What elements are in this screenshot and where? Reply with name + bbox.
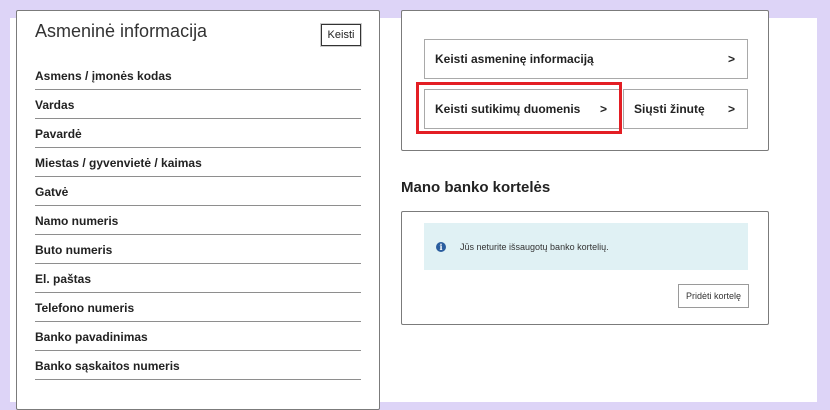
background-frame-left	[0, 0, 10, 410]
edit-consents-label: Keisti sutikimų duomenis	[435, 102, 581, 116]
actions-panel: Keisti asmeninę informaciją > Keisti sut…	[401, 10, 769, 151]
chevron-right-icon: >	[599, 102, 607, 116]
field-personal-code: Asmens / įmonės kodas	[35, 61, 361, 90]
field-apartment-number: Buto numeris	[35, 235, 361, 264]
field-last-name: Pavardė	[35, 119, 361, 148]
field-bank-name: Banko pavadinimas	[35, 322, 361, 351]
field-email: El. paštas	[35, 264, 361, 293]
field-bank-account: Banko sąskaitos numeris	[35, 351, 361, 380]
edit-consents-button[interactable]: Keisti sutikimų duomenis >	[424, 89, 620, 129]
personal-info-title: Asmeninė informacija	[35, 21, 208, 41]
edit-personal-info-button[interactable]: Keisti asmeninę informaciją >	[424, 39, 748, 79]
bank-cards-panel: i Jūs neturite išsaugotų banko kortelių.…	[401, 211, 769, 325]
add-card-button[interactable]: Pridėti kortelę	[678, 284, 749, 308]
edit-personal-info-label: Keisti asmeninę informaciją	[435, 52, 594, 66]
info-icon: i	[436, 241, 446, 252]
send-message-label: Siųsti žinutę	[634, 102, 705, 116]
field-phone: Telefono numeris	[35, 293, 361, 322]
no-cards-message: Jūs neturite išsaugotų banko kortelių.	[460, 241, 609, 252]
field-street: Gatvė	[35, 177, 361, 206]
field-city: Miestas / gyvenvietė / kaimas	[35, 148, 361, 177]
field-first-name: Vardas	[35, 90, 361, 119]
bank-cards-heading: Mano banko kortelės	[401, 179, 551, 196]
chevron-right-icon: >	[727, 102, 735, 116]
no-cards-info-box: i Jūs neturite išsaugotų banko kortelių.	[424, 223, 748, 270]
personal-info-panel: Asmeninė informacija Keisti Asmens / įmo…	[16, 10, 380, 410]
personal-field-list: Asmens / įmonės kodas Vardas Pavardė Mie…	[35, 61, 361, 380]
edit-button[interactable]: Keisti	[321, 24, 361, 46]
background-frame-right	[817, 0, 830, 410]
chevron-right-icon: >	[727, 52, 735, 66]
field-house-number: Namo numeris	[35, 206, 361, 235]
send-message-button[interactable]: Siųsti žinutę >	[623, 89, 748, 129]
